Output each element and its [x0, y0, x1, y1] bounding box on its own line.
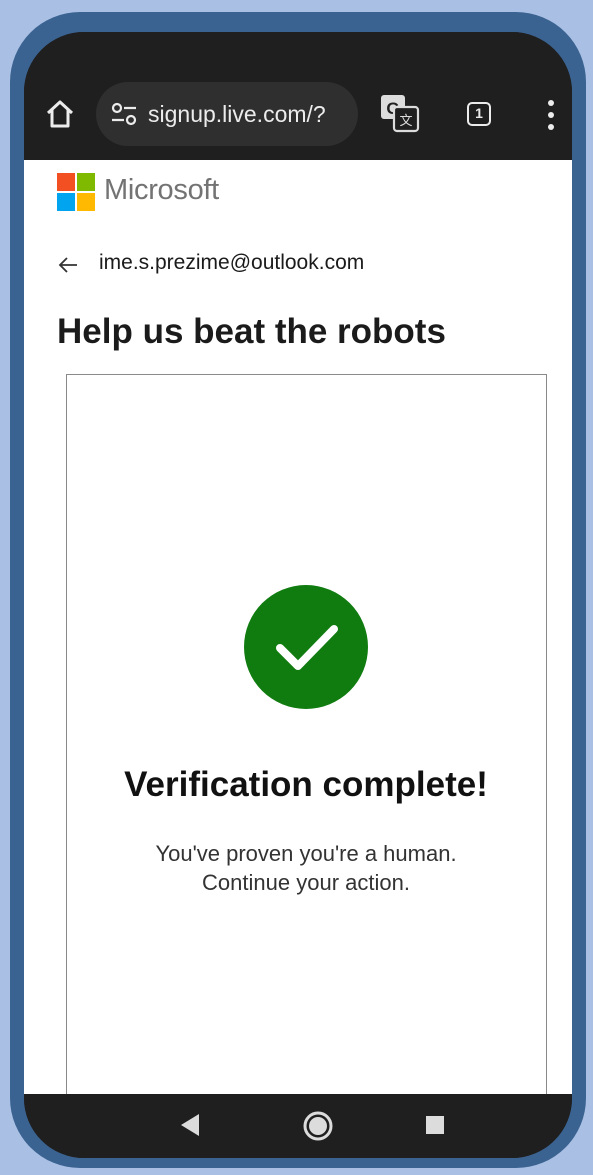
- verification-frame: Verification complete! You've proven you…: [66, 374, 547, 1094]
- tab-switcher-button[interactable]: 1: [467, 102, 491, 126]
- phone-frame: signup.live.com/? G 文 1 Microsoft ime.s.…: [10, 12, 586, 1168]
- back-arrow-icon[interactable]: [57, 254, 79, 276]
- verification-message-line-1: You've proven you're a human.: [155, 841, 457, 866]
- web-page: Microsoft ime.s.prezime@outlook.com Help…: [24, 160, 572, 1094]
- brand-name: Microsoft: [104, 174, 219, 206]
- page-title: Help us beat the robots: [57, 312, 446, 351]
- url-text[interactable]: signup.live.com/?: [148, 101, 326, 128]
- microsoft-logo-icon: [57, 173, 95, 211]
- more-vert-icon[interactable]: [546, 98, 556, 132]
- home-circle-icon[interactable]: [302, 1110, 334, 1142]
- phone-screen: signup.live.com/? G 文 1 Microsoft ime.s.…: [24, 32, 572, 1158]
- verification-title: Verification complete!: [124, 765, 488, 804]
- back-triangle-icon[interactable]: [179, 1113, 201, 1137]
- translate-icon[interactable]: G 文: [380, 94, 420, 134]
- tab-count: 1: [475, 105, 483, 121]
- recents-square-icon[interactable]: [425, 1115, 445, 1135]
- browser-toolbar: signup.live.com/? G 文 1: [24, 32, 572, 160]
- svg-text:文: 文: [399, 114, 412, 129]
- home-icon[interactable]: [44, 98, 76, 130]
- address-bar[interactable]: signup.live.com/?: [96, 82, 358, 146]
- system-navigation-bar: [24, 1094, 572, 1158]
- verification-message: You've proven you're a human. Continue y…: [67, 839, 545, 897]
- tune-icon[interactable]: [110, 101, 138, 127]
- account-email: ime.s.prezime@outlook.com: [99, 251, 365, 274]
- check-circle-icon: [244, 585, 368, 709]
- verification-message-line-2: Continue your action.: [202, 870, 410, 895]
